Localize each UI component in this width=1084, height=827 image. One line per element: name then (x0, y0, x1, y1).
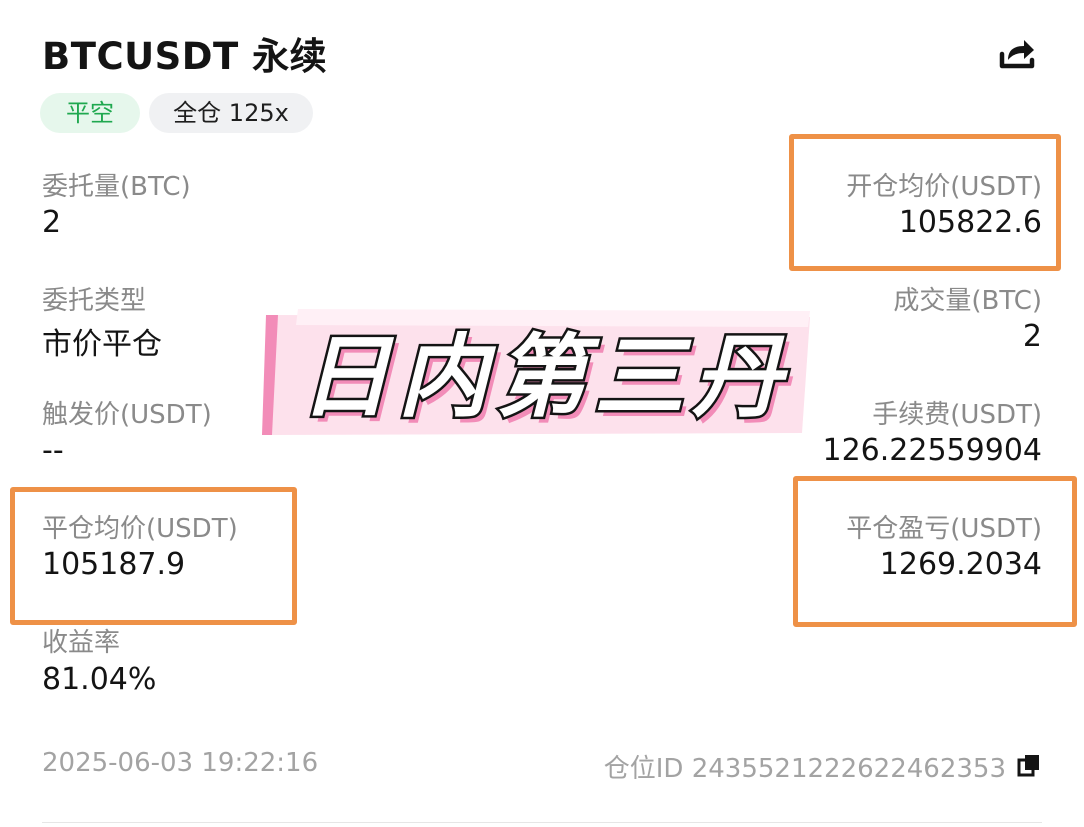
position-side-tag: 平空 (40, 93, 140, 133)
open-avg-highlight-box (789, 134, 1061, 271)
fee-value: 126.22559904 (822, 433, 1043, 468)
close-pnl-highlight-box (793, 476, 1077, 627)
close-avg-highlight-box (10, 487, 297, 625)
roi-label: 收益率 (42, 628, 121, 658)
order-type-label: 委托类型 (42, 286, 147, 316)
trigger-price-label: 触发价(USDT) (42, 400, 212, 430)
margin-mode-tag: 全仓 125x (149, 93, 313, 133)
banner-overlay: 日内第三丹 日内第三丹 (262, 307, 812, 437)
order-qty-value: 2 (42, 205, 62, 240)
roi-value: 81.04% (42, 662, 157, 697)
order-time: 2025-06-03 19:22:16 (42, 748, 319, 778)
share-icon (999, 40, 1035, 69)
filled-qty-label: 成交量(BTC) (893, 286, 1042, 316)
banner-text: 日内第三丹 (300, 325, 790, 430)
position-id: 仓位ID 2435521222622462353 (603, 754, 1006, 784)
filled-qty-value: 2 (1022, 319, 1042, 354)
trigger-price-value: -- (42, 433, 64, 468)
order-qty-label: 委托量(BTC) (42, 172, 191, 202)
page-title: BTCUSDT 永续 (42, 35, 328, 78)
share-button[interactable] (996, 30, 1040, 74)
order-type-value: 市价平仓 (42, 327, 162, 362)
fee-label: 手续费(USDT) (872, 400, 1042, 430)
bottom-divider (42, 822, 1042, 823)
copy-icon[interactable] (1016, 752, 1042, 778)
